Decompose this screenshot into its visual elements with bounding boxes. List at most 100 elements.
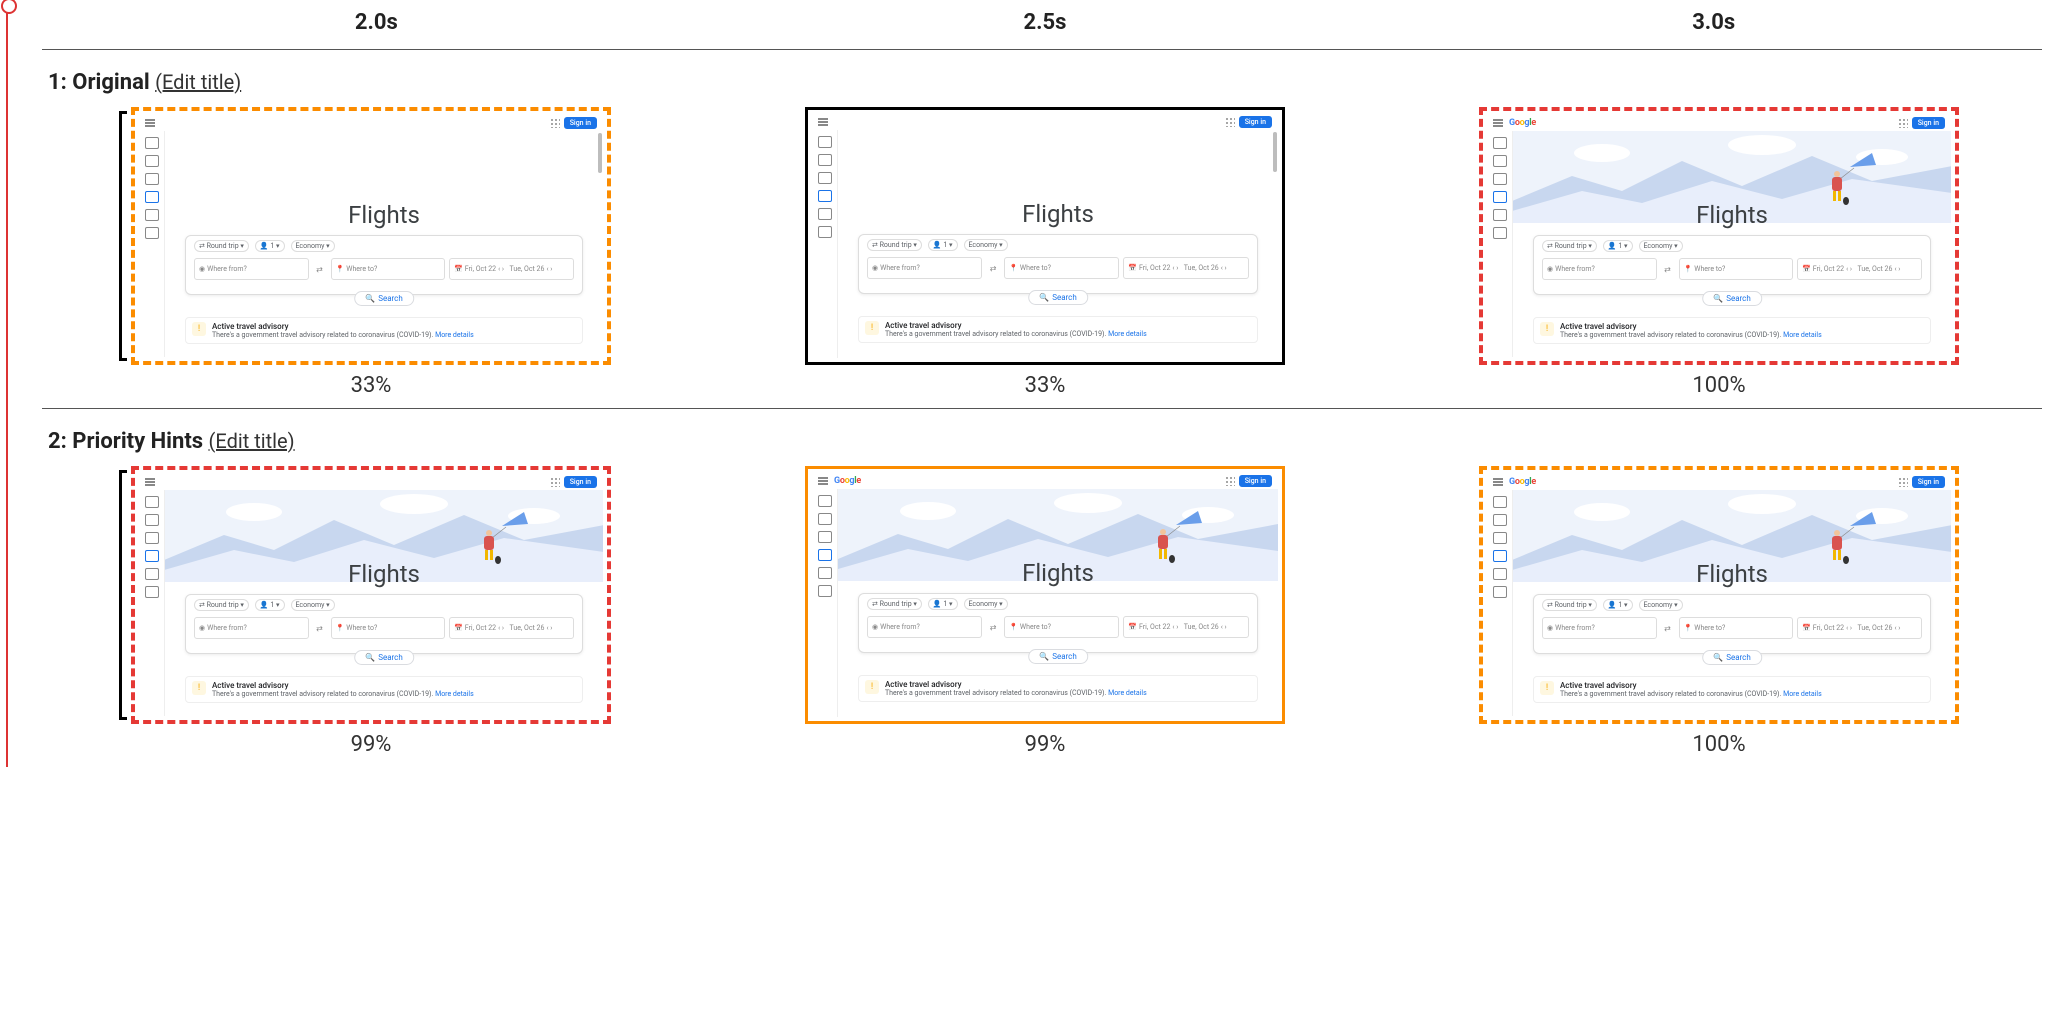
hamburger-icon[interactable] [145,119,155,127]
hamburger-icon[interactable] [818,118,828,126]
apps-grid-icon[interactable] [550,477,560,487]
cabin-select[interactable]: Economy ▾ [291,240,335,252]
hamburger-icon[interactable] [1493,478,1503,486]
sidebar-item-things-to-do[interactable] [1493,173,1507,185]
sidebar-item-hotels[interactable] [818,567,832,579]
swap-icon[interactable]: ⇄ [313,617,327,639]
sidebar-item-travel[interactable] [145,496,159,508]
destination-input[interactable]: 📍 Where to? [1679,617,1794,639]
date-range-input[interactable]: 📅 Fri, Oct 22 ‹ › Tue, Oct 26 ‹ › [1797,258,1922,280]
origin-input[interactable]: ◉ Where from? [867,616,982,638]
origin-input[interactable]: ◉ Where from? [194,617,309,639]
filmstrip-frame[interactable]: Sign in Flights ⇄ Round trip ▾ 👤 1 ▾ Eco… [805,107,1285,365]
origin-input[interactable]: ◉ Where from? [1542,617,1657,639]
apps-grid-icon[interactable] [1898,118,1908,128]
sidebar-item-things-to-do[interactable] [145,532,159,544]
swap-icon[interactable]: ⇄ [986,257,1000,279]
trip-type-select[interactable]: ⇄ Round trip ▾ [867,598,922,610]
trip-type-select[interactable]: ⇄ Round trip ▾ [867,239,922,251]
scrollbar-thumb[interactable] [598,133,602,173]
google-logo[interactable]: Google [1509,118,1536,128]
sidebar-item-flights[interactable] [818,549,832,561]
advisory-more-link[interactable]: More details [1783,690,1822,698]
trip-type-select[interactable]: ⇄ Round trip ▾ [1542,240,1597,252]
origin-input[interactable]: ◉ Where from? [867,257,982,279]
sidebar-item-explore[interactable] [818,154,832,166]
sign-in-button[interactable]: Sign in [1239,116,1272,128]
sign-in-button[interactable]: Sign in [1239,475,1272,487]
apps-grid-icon[interactable] [1225,476,1235,486]
filmstrip-frame[interactable]: Sign in Flights ⇄ Round trip ▾ 👤 1 ▾ Eco… [131,107,611,365]
sidebar-item-flights[interactable] [1493,191,1507,203]
date-range-input[interactable]: 📅 Fri, Oct 22 ‹ › Tue, Oct 26 ‹ › [1123,257,1249,279]
sidebar-item-hotels[interactable] [145,209,159,221]
trip-type-select[interactable]: ⇄ Round trip ▾ [194,240,249,252]
sidebar-item-vacation-rentals[interactable] [818,585,832,597]
destination-input[interactable]: 📍 Where to? [1004,616,1119,638]
sidebar-item-hotels[interactable] [1493,209,1507,221]
destination-input[interactable]: 📍 Where to? [1679,258,1794,280]
sidebar-item-explore[interactable] [145,155,159,167]
passenger-select[interactable]: 👤 1 ▾ [255,599,285,611]
trip-type-select[interactable]: ⇄ Round trip ▾ [1542,599,1597,611]
sidebar-item-travel[interactable] [145,137,159,149]
sidebar-item-vacation-rentals[interactable] [1493,586,1507,598]
sidebar-item-vacation-rentals[interactable] [1493,227,1507,239]
destination-input[interactable]: 📍 Where to? [331,617,446,639]
hamburger-icon[interactable] [818,477,828,485]
sign-in-button[interactable]: Sign in [564,476,597,488]
date-range-input[interactable]: 📅 Fri, Oct 22 ‹ › Tue, Oct 26 ‹ › [449,617,574,639]
sidebar-item-vacation-rentals[interactable] [145,586,159,598]
origin-input[interactable]: ◉ Where from? [1542,258,1657,280]
swap-icon[interactable]: ⇄ [1661,617,1675,639]
destination-input[interactable]: 📍 Where to? [331,258,446,280]
passenger-select[interactable]: 👤 1 ▾ [1603,240,1633,252]
hamburger-icon[interactable] [145,478,155,486]
cabin-select[interactable]: Economy ▾ [1639,240,1683,252]
sidebar-item-vacation-rentals[interactable] [818,226,832,238]
sidebar-item-vacation-rentals[interactable] [145,227,159,239]
swap-icon[interactable]: ⇄ [986,616,1000,638]
cabin-select[interactable]: Economy ▾ [964,598,1008,610]
search-button[interactable]: 🔍 Search [1702,650,1762,665]
swap-icon[interactable]: ⇄ [313,258,327,280]
date-range-input[interactable]: 📅 Fri, Oct 22 ‹ › Tue, Oct 26 ‹ › [1797,617,1922,639]
sidebar-item-things-to-do[interactable] [818,531,832,543]
google-logo[interactable]: Google [834,476,861,486]
sidebar-item-flights[interactable] [145,550,159,562]
search-button[interactable]: 🔍 Search [354,291,414,306]
filmstrip-frame[interactable]: Google Sign in [1479,107,1959,365]
edit-title-link[interactable]: (Edit title) [155,70,241,94]
sign-in-button[interactable]: Sign in [1912,476,1945,488]
edit-title-link[interactable]: (Edit title) [209,429,295,453]
sidebar-item-travel[interactable] [1493,496,1507,508]
advisory-more-link[interactable]: More details [1108,330,1147,338]
cabin-select[interactable]: Economy ▾ [291,599,335,611]
swap-icon[interactable]: ⇄ [1661,258,1675,280]
advisory-more-link[interactable]: More details [435,690,474,698]
sign-in-button[interactable]: Sign in [564,117,597,129]
sidebar-item-hotels[interactable] [1493,568,1507,580]
sidebar-item-hotels[interactable] [145,568,159,580]
origin-input[interactable]: ◉ Where from? [194,258,309,280]
sidebar-item-things-to-do[interactable] [145,173,159,185]
advisory-more-link[interactable]: More details [435,331,474,339]
date-range-input[interactable]: 📅 Fri, Oct 22 ‹ › Tue, Oct 26 ‹ › [1123,616,1249,638]
passenger-select[interactable]: 👤 1 ▾ [928,598,958,610]
passenger-select[interactable]: 👤 1 ▾ [928,239,958,251]
sidebar-item-explore[interactable] [145,514,159,526]
destination-input[interactable]: 📍 Where to? [1004,257,1119,279]
hamburger-icon[interactable] [1493,119,1503,127]
search-button[interactable]: 🔍 Search [1028,290,1088,305]
sidebar-item-travel[interactable] [818,136,832,148]
sidebar-item-things-to-do[interactable] [818,172,832,184]
sidebar-item-explore[interactable] [818,513,832,525]
filmstrip-frame[interactable]: Google Sign in [805,466,1285,724]
sidebar-item-travel[interactable] [1493,137,1507,149]
sidebar-item-explore[interactable] [1493,155,1507,167]
trip-type-select[interactable]: ⇄ Round trip ▾ [194,599,249,611]
google-logo[interactable]: Google [1509,477,1536,487]
sidebar-item-travel[interactable] [818,495,832,507]
advisory-more-link[interactable]: More details [1108,689,1147,697]
sidebar-item-hotels[interactable] [818,208,832,220]
